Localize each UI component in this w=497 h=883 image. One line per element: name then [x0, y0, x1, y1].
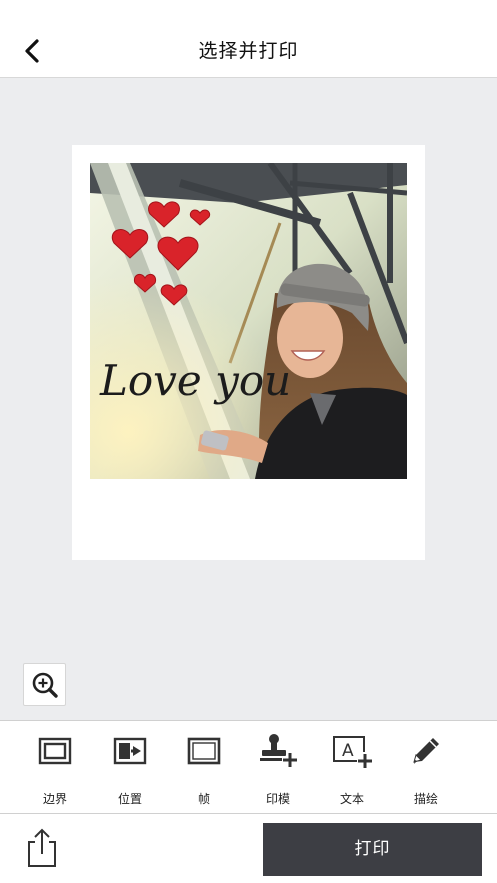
tool-stamp-label: 印模 — [265, 792, 290, 806]
pencil-icon — [413, 738, 439, 764]
header-bar: 选择并打印 — [0, 0, 497, 78]
tool-border[interactable]: 边界 — [18, 731, 92, 811]
tool-frame[interactable]: 帧 — [167, 731, 241, 811]
stamp-add-icon — [260, 734, 297, 767]
preview-canvas: Love you — [0, 78, 497, 720]
photo-preview[interactable]: Love you — [90, 163, 407, 479]
zoom-button[interactable] — [23, 663, 66, 706]
tool-position[interactable]: 位置 — [93, 731, 167, 811]
position-icon — [113, 737, 147, 765]
frame-icon — [187, 737, 221, 765]
print-button[interactable]: 打印 — [263, 823, 482, 876]
photo-image: Love you — [90, 163, 407, 479]
tool-text[interactable]: A 文本 — [315, 731, 389, 811]
photo-overlay-text: Love you — [99, 356, 291, 405]
page-title: 选择并打印 — [198, 40, 299, 62]
bottom-bar: 打印 — [0, 814, 497, 883]
tool-draw-label: 描绘 — [413, 792, 438, 806]
border-icon — [38, 737, 72, 765]
share-button[interactable] — [22, 826, 60, 870]
zoom-in-icon — [32, 672, 58, 698]
tool-draw[interactable]: 描绘 — [389, 731, 463, 811]
tool-stamp[interactable]: 印模 — [241, 731, 315, 811]
tool-text-label: 文本 — [339, 792, 364, 806]
tool-border-label: 边界 — [42, 792, 67, 806]
tool-position-label: 位置 — [117, 792, 142, 806]
text-add-icon: A — [333, 736, 373, 768]
edit-toolbar: 边界 位置 帧 印模 A 文本 描绘 — [0, 720, 497, 814]
svg-text:A: A — [342, 741, 354, 761]
print-preview-card: Love you — [72, 145, 425, 560]
share-icon — [28, 828, 56, 867]
tool-frame-label: 帧 — [197, 792, 210, 806]
